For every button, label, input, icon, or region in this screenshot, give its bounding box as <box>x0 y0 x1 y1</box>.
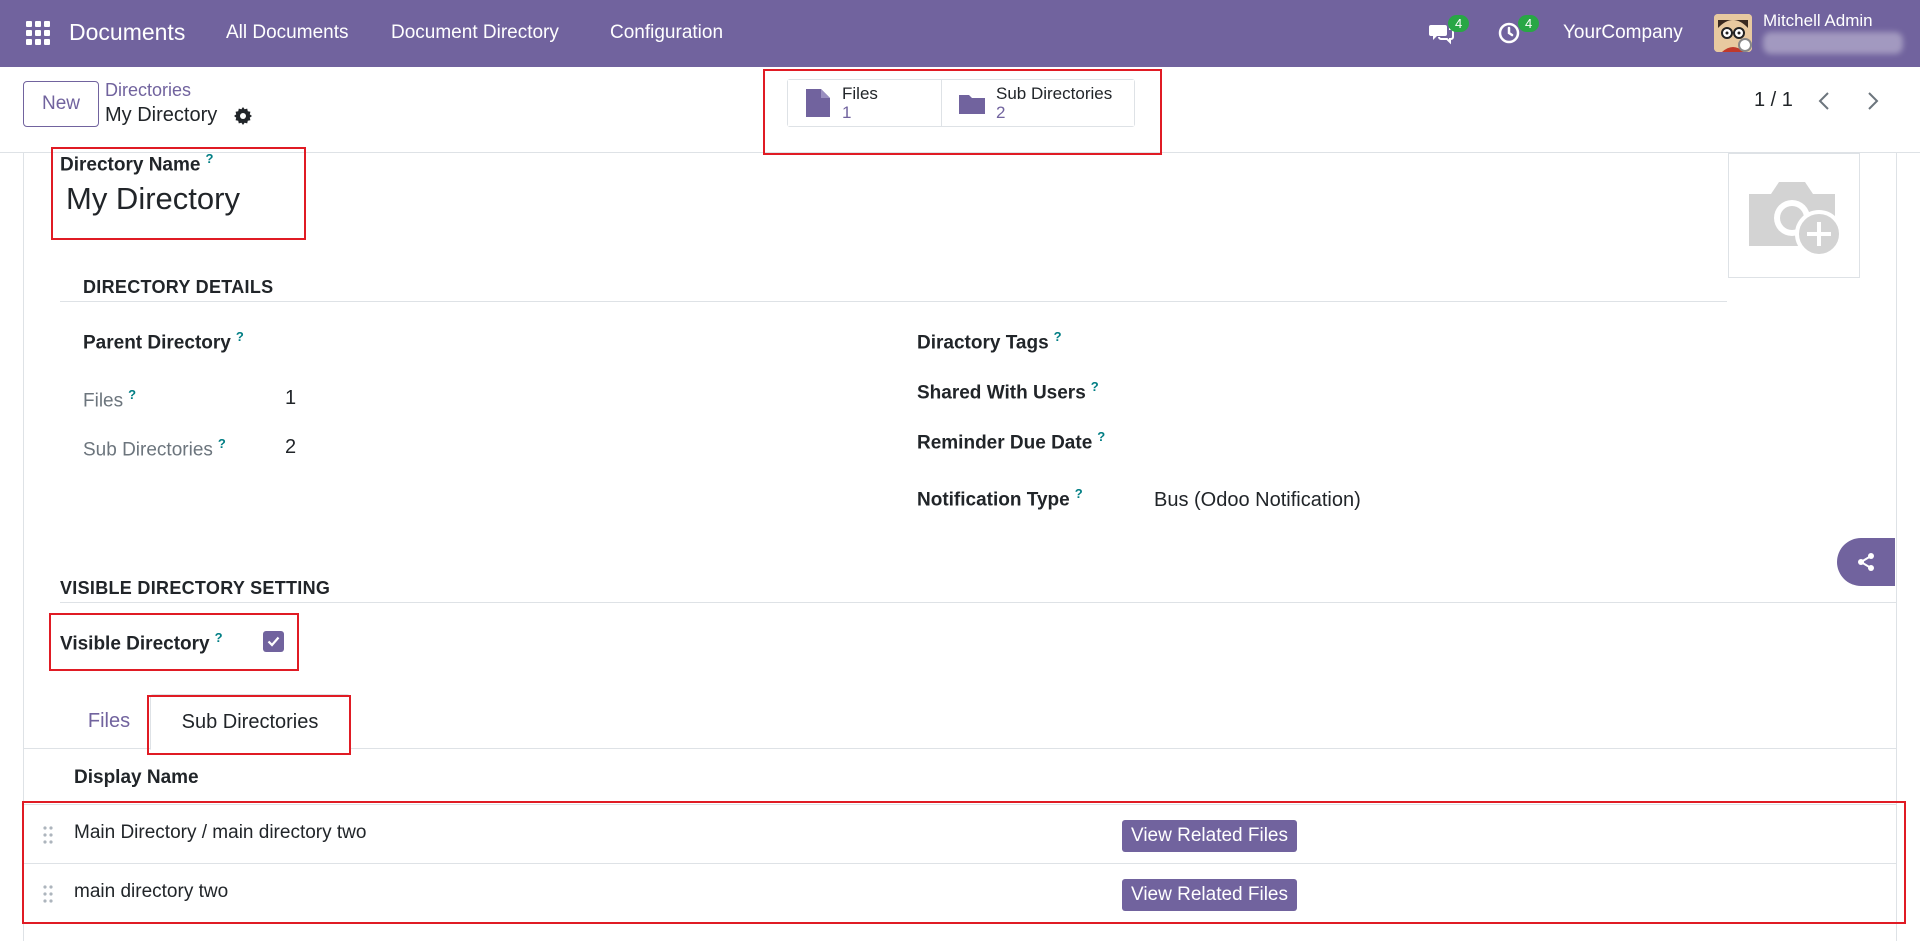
help-icon[interactable]: ? <box>1091 379 1099 394</box>
apps-grid-icon[interactable] <box>26 21 50 45</box>
camera-add-icon <box>1749 181 1843 258</box>
pager-value[interactable]: 1 / 1 <box>1754 89 1793 112</box>
notebook-tabs: Files Sub Directories <box>24 694 1896 750</box>
breadcrumb-directories[interactable]: Directories <box>105 80 191 101</box>
new-button[interactable]: New <box>23 81 99 127</box>
section-divider <box>60 602 1896 603</box>
files-value: 1 <box>285 387 297 409</box>
smart-button-sub-directories-value: 2 <box>996 103 1006 122</box>
user-database-blurred <box>1763 32 1903 54</box>
breadcrumb-current: My Directory <box>105 104 218 126</box>
top-navbar: Documents All Documents Document Directo… <box>0 0 1920 67</box>
chat-count-badge: 4 <box>1448 15 1470 32</box>
menu-all-documents[interactable]: All Documents <box>226 22 349 44</box>
row-display-name[interactable]: main directory two <box>74 881 228 903</box>
directory-tags-label: Diractory Tags? <box>917 329 1062 354</box>
directory-details-title: DIRECTORY DETAILS <box>83 277 274 297</box>
smart-button-files[interactable]: Files 1 <box>788 80 941 126</box>
visible-directory-checkbox[interactable] <box>263 631 284 652</box>
activity-count-badge: 4 <box>1518 15 1540 32</box>
tab-sub-directories[interactable]: Sub Directories <box>150 694 350 750</box>
help-icon[interactable]: ? <box>1097 429 1105 444</box>
help-icon[interactable]: ? <box>205 151 213 166</box>
share-icon <box>1858 553 1874 571</box>
sub-directories-label: Sub Directories? <box>83 436 226 461</box>
help-icon[interactable]: ? <box>218 436 226 451</box>
shared-with-users-label: Shared With Users? <box>917 379 1099 404</box>
smart-button-sub-directories-label: Sub Directories <box>996 84 1113 103</box>
visible-directory-label: Visible Directory? <box>60 630 223 655</box>
visible-directory-setting-title: VISIBLE DIRECTORY SETTING <box>60 578 331 598</box>
view-related-files-button[interactable]: View Related Files <box>1122 879 1298 911</box>
files-label: Files? <box>83 387 137 412</box>
smart-button-files-label: Files <box>842 84 878 103</box>
smart-button-sub-directories[interactable]: Sub Directories 2 <box>941 80 1134 126</box>
reminder-due-date-label: Reminder Due Date? <box>917 429 1106 454</box>
company-switcher[interactable]: YourCompany <box>1563 22 1683 44</box>
parent-directory-label: Parent Directory? <box>83 329 244 354</box>
help-icon[interactable]: ? <box>215 630 223 645</box>
share-button[interactable] <box>1837 538 1895 586</box>
section-divider <box>60 301 1727 302</box>
help-icon[interactable]: ? <box>128 387 136 402</box>
view-related-files-button[interactable]: View Related Files <box>1122 820 1298 852</box>
smart-button-files-value: 1 <box>842 103 852 122</box>
notification-type-label: Notification Type? <box>917 486 1083 511</box>
column-header-display-name[interactable]: Display Name <box>74 767 199 789</box>
check-icon <box>267 636 280 647</box>
user-name[interactable]: Mitchell Admin <box>1763 11 1873 31</box>
drag-handle-icon[interactable] <box>42 884 54 904</box>
row-display-name[interactable]: Main Directory / main directory two <box>74 822 366 844</box>
menu-document-directory[interactable]: Document Directory <box>391 22 559 44</box>
user-status-icon <box>1738 38 1752 52</box>
help-icon[interactable]: ? <box>1054 329 1062 344</box>
menu-configuration[interactable]: Configuration <box>610 22 723 44</box>
chevron-left-icon[interactable] <box>1813 89 1837 113</box>
notification-type-value[interactable]: Bus (Odoo Notification) <box>1154 489 1361 512</box>
sub-directories-value: 2 <box>285 436 297 458</box>
smart-buttons: Files 1 Sub Directories 2 <box>787 79 1135 127</box>
gear-icon[interactable] <box>233 106 253 126</box>
table-row[interactable]: Main Directory / main directory two View… <box>24 804 1896 863</box>
file-icon <box>806 89 830 117</box>
drag-handle-icon[interactable] <box>42 825 54 845</box>
help-icon[interactable]: ? <box>236 329 244 344</box>
tab-files[interactable]: Files <box>64 694 154 749</box>
table-row[interactable]: main directory two View Related Files <box>24 863 1896 922</box>
folder-icon <box>959 95 985 114</box>
app-brand[interactable]: Documents <box>69 19 185 46</box>
chevron-right-icon[interactable] <box>1860 89 1884 113</box>
help-icon[interactable]: ? <box>1075 486 1083 501</box>
directory-name-input[interactable]: My Directory <box>66 181 240 217</box>
control-panel: New Directories My Directory Files 1 Sub… <box>0 67 1920 153</box>
directory-name-label: Directory Name? <box>60 151 214 176</box>
directory-image-upload[interactable] <box>1728 153 1860 278</box>
